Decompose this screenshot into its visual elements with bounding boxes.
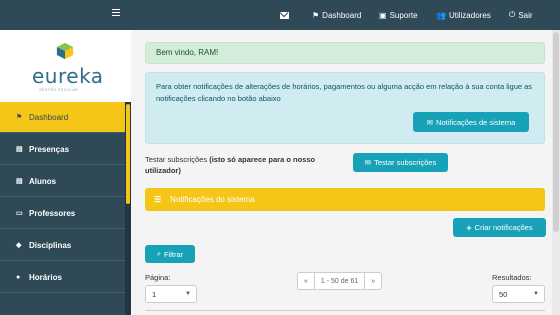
nav-sair-link[interactable]: ⏻ Sair (509, 0, 533, 30)
test-prefix: Testar subscrições (145, 155, 210, 164)
sidebar-item-alunos[interactable]: ▤ Alunos (0, 166, 125, 197)
section-title: Notificações do sistema (170, 195, 255, 204)
welcome-alert: Bem vindo, RAM! (145, 42, 545, 64)
results-select-value: 50 (499, 290, 508, 299)
mail-link[interactable] (280, 0, 289, 30)
test-subscriptions-button[interactable]: ✉ Testar subscrições (353, 153, 448, 172)
results-label: Resultados: (492, 273, 532, 282)
create-notifications-label: Criar notificações (474, 223, 533, 232)
sidebar-item-label: Professores (29, 208, 76, 218)
sidebar-item-label: Presenças (29, 144, 70, 154)
chevron-down-icon: ▼ (185, 291, 191, 297)
pagination-range: 1 - 50 de 61 (313, 273, 364, 289)
list-icon: ☰ (154, 195, 162, 204)
envelope-icon: ✉ (364, 158, 372, 167)
pagination: « 1 - 50 de 61 » (297, 272, 383, 290)
page-label: Página: (145, 273, 171, 282)
flag-icon: ⚑ (312, 10, 320, 20)
sidebar-item-dashboard[interactable]: ⚑ Dashboard (0, 102, 125, 133)
nav-suporte-link[interactable]: ▣ Suporte (379, 0, 418, 30)
flag-icon: ⚑ (16, 114, 23, 121)
notification-info-alert: Para obter notificações de alterações de… (145, 72, 545, 144)
user-card-icon: ▤ (16, 146, 23, 153)
page-select[interactable]: 1 ▼ (145, 285, 197, 303)
sidebar-item-label: Disciplinas (29, 240, 72, 250)
system-notifications-header: ☰ Notificações do sistema (145, 188, 545, 211)
test-subscriptions-label: Testar subscrições (374, 158, 437, 167)
power-icon: ⏻ (509, 10, 516, 19)
sidebar-item-label: Alunos (29, 176, 57, 186)
plus-icon: + (466, 222, 472, 233)
support-icon: ▣ (379, 10, 387, 20)
nav-dashboard-label: Dashboard (322, 10, 362, 20)
sidebar-scrollbar-thumb[interactable] (126, 104, 130, 204)
main-content: Bem vindo, RAM! Para obter notificações … (131, 30, 560, 315)
pagination-next[interactable]: » (364, 273, 381, 289)
hamburger-menu-icon[interactable] (112, 9, 120, 16)
test-subscriptions-text: Testar subscrições (isto só aparece para… (145, 154, 345, 176)
chalkboard-teacher-icon: ▭ (16, 210, 23, 217)
logo-tagline: GESTÃO ESCOLAR (39, 88, 79, 92)
nav-sair-label: Sair (518, 10, 533, 20)
sidebar-item-professores[interactable]: ▭ Professores (0, 198, 125, 229)
sidebar-item-label: Dashboard (29, 112, 69, 122)
sidebar-item-disciplinas[interactable]: ◆ Disciplinas (0, 230, 125, 261)
page-scrollbar-thumb[interactable] (553, 32, 559, 232)
search-icon: ⌕ (156, 249, 162, 258)
user-card-icon: ▤ (16, 178, 23, 185)
page-select-value: 1 (152, 290, 157, 299)
nav-dashboard-link[interactable]: ⚑ Dashboard (312, 0, 361, 30)
graduation-cap-icon: ◆ (16, 242, 22, 249)
system-notifications-label: Notificações de sistema (436, 117, 516, 127)
logo-name: eureka (32, 64, 104, 88)
nav-suporte-label: Suporte (389, 10, 418, 20)
logo[interactable]: eureka GESTÃO ESCOLAR (0, 30, 131, 102)
top-navbar: ⚑ Dashboard ▣ Suporte 👥 Utilizadores ⏻ S… (0, 0, 560, 30)
system-notifications-button[interactable]: ✉ Notificações de sistema (413, 112, 529, 132)
pagination-prev[interactable]: « (298, 273, 314, 289)
sidebar-item-horarios[interactable]: ● Horários (0, 262, 125, 293)
sidebar-item-label: Horários (29, 272, 62, 282)
filter-label: Filtrar (164, 249, 184, 259)
chevron-down-icon: ▼ (533, 291, 539, 297)
envelope-icon (280, 11, 289, 19)
info-text: Para obter notificações de alterações de… (156, 82, 533, 103)
cube-logo-icon (56, 42, 74, 60)
nav-utilizadores-link[interactable]: 👥 Utilizadores (436, 0, 491, 30)
clock-icon: ● (16, 273, 21, 281)
create-notifications-button[interactable]: + Criar notificações (453, 218, 546, 237)
filter-button[interactable]: ⌕ Filtrar (145, 245, 195, 263)
sidebar-item-presencas[interactable]: ▤ Presenças (0, 134, 125, 165)
notifications-table (145, 310, 545, 315)
users-icon: 👥 (436, 10, 446, 20)
envelope-icon: ✉ (426, 117, 434, 127)
sidebar: eureka GESTÃO ESCOLAR ⚑ Dashboard ▤ Pres… (0, 30, 131, 315)
results-select[interactable]: 50 ▼ (492, 285, 545, 303)
nav-utilizadores-label: Utilizadores (448, 10, 491, 20)
